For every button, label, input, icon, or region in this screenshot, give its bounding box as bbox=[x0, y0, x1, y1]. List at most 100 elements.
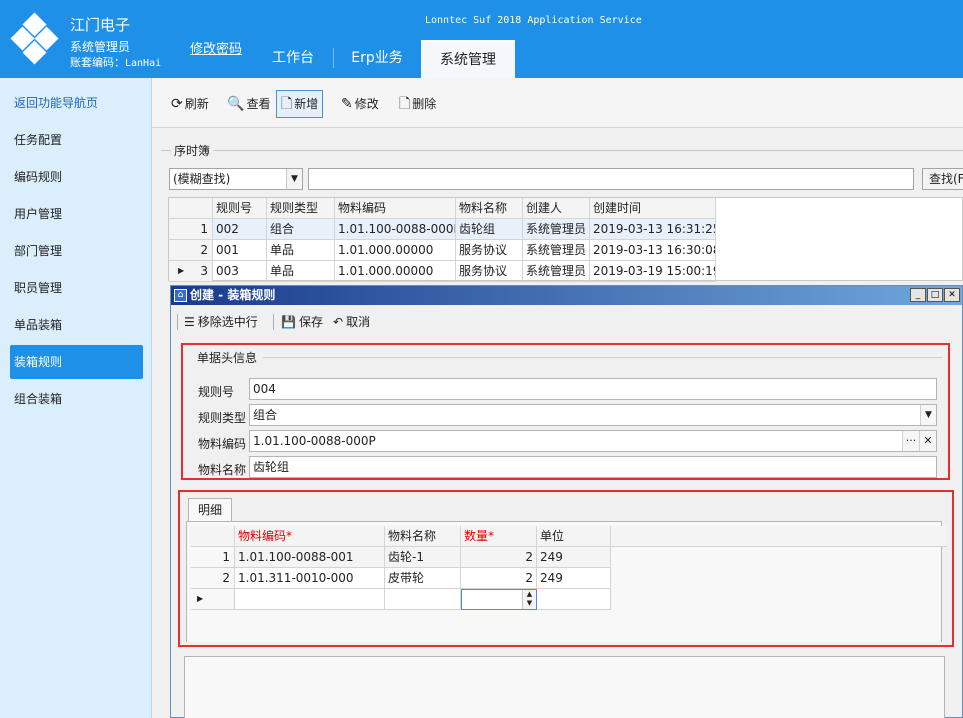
sidebar-item-departments[interactable]: 部门管理 bbox=[10, 234, 143, 268]
sidebar-item-back[interactable]: 返回功能导航页 bbox=[10, 86, 143, 120]
minimize-icon[interactable]: _ bbox=[910, 288, 926, 302]
rule-no-field[interactable]: 004 bbox=[249, 378, 937, 400]
account-label: 账套编码： bbox=[70, 56, 125, 69]
new-row-arrow-icon: ▶ bbox=[191, 589, 235, 610]
column-header[interactable]: 创建人 bbox=[523, 198, 590, 219]
refresh-icon: ⟳ bbox=[171, 96, 183, 112]
table-cell[interactable]: 002 bbox=[213, 219, 267, 240]
top-banner: 江门电子 系统管理员 账套编码：LanHai 修改密码 Lonntec Suf … bbox=[0, 0, 963, 78]
tab-workbench[interactable]: 工作台 bbox=[258, 40, 328, 78]
table-cell[interactable]: 齿轮-1 bbox=[385, 547, 461, 568]
sidebar-item-task-config[interactable]: 任务配置 bbox=[10, 123, 143, 157]
sidebar-item-employees[interactable]: 职员管理 bbox=[10, 271, 143, 305]
create-packing-rule-dialog: 创建 - 装箱规则 ⌂ _ □ ✕ ☰ 移除选中行 💾 保存 ↶ 取消 单据头信… bbox=[170, 285, 963, 718]
tab-system-management[interactable]: 系统管理 bbox=[421, 40, 515, 78]
table-cell[interactable]: 系统管理员 bbox=[523, 240, 590, 261]
table-cell[interactable]: 皮带轮 bbox=[385, 568, 461, 589]
remove-selected-row-button[interactable]: ☰ 移除选中行 bbox=[184, 312, 258, 332]
close-icon[interactable]: ✕ bbox=[944, 288, 960, 302]
dialog-title-bar[interactable]: 创建 - 装箱规则 bbox=[171, 286, 962, 305]
table-cell[interactable]: 2019-03-13 16:30:08 bbox=[590, 240, 716, 261]
more-icon[interactable]: ··· bbox=[902, 431, 919, 451]
column-header[interactable]: 物料名称 bbox=[385, 526, 461, 547]
table-row[interactable]: 1 002 组合 1.01.100-0088-000P 齿轮组 系统管理员 20… bbox=[169, 219, 963, 240]
table-cell[interactable] bbox=[235, 589, 385, 610]
table-cell[interactable]: 系统管理员 bbox=[523, 219, 590, 240]
tab-erp[interactable]: Erp业务 bbox=[342, 40, 412, 78]
table-cell[interactable]: 249 bbox=[537, 568, 611, 589]
required-mark: * bbox=[488, 529, 495, 543]
chevron-down-icon[interactable]: ▼ bbox=[920, 405, 936, 425]
column-header[interactable]: 创建时间 bbox=[590, 198, 716, 219]
table-cell[interactable]: 249 bbox=[537, 547, 611, 568]
table-cell[interactable]: 齿轮组 bbox=[456, 219, 523, 240]
table-cell[interactable]: 服务协议 bbox=[456, 240, 523, 261]
column-header[interactable]: 单位 bbox=[537, 526, 611, 547]
table-cell[interactable]: 系统管理员 bbox=[523, 261, 590, 282]
table-cell[interactable]: 服务协议 bbox=[456, 261, 523, 282]
search-mode-select[interactable]: (模糊查找) ▼ bbox=[169, 168, 303, 190]
chevron-down-icon[interactable]: ▼ bbox=[286, 169, 302, 189]
refresh-label: 刷新 bbox=[184, 97, 209, 111]
table-cell[interactable]: 001 bbox=[213, 240, 267, 261]
header-info-legend: 单据头信息 bbox=[195, 349, 260, 366]
rule-type-select[interactable]: 组合 ▼ bbox=[249, 404, 937, 426]
table-row[interactable]: ▶ 3 003 单品 1.01.000.00000 服务协议 系统管理员 2019… bbox=[169, 261, 963, 282]
edit-label: 修改 bbox=[354, 97, 379, 111]
sidebar-item-packing-rules[interactable]: 装箱规则 bbox=[10, 345, 143, 379]
edit-icon: ✎ bbox=[341, 96, 353, 112]
table-row[interactable]: 1 1.01.100-0088-001 齿轮-1 2 249 bbox=[191, 547, 947, 568]
column-header[interactable]: 规则号 bbox=[213, 198, 267, 219]
column-header[interactable]: 物料编码 bbox=[335, 198, 456, 219]
search-input[interactable] bbox=[308, 168, 914, 190]
table-cell[interactable]: 003 bbox=[213, 261, 267, 282]
search-button[interactable]: 查找(F) bbox=[922, 168, 963, 190]
table-cell[interactable]: 2 bbox=[461, 547, 537, 568]
change-password-link[interactable]: 修改密码 bbox=[190, 38, 242, 57]
column-header[interactable]: 物料名称 bbox=[456, 198, 523, 219]
maximize-icon[interactable]: □ bbox=[927, 288, 943, 302]
table-cell[interactable]: 1.01.100-0088-000P bbox=[335, 219, 456, 240]
column-header[interactable]: 数量* bbox=[461, 526, 537, 547]
section-divider bbox=[263, 357, 943, 358]
spin-updown-icon[interactable]: ▲ ▼ bbox=[522, 590, 536, 609]
table-row[interactable]: 2 1.01.311-0010-000 皮带轮 2 249 bbox=[191, 568, 947, 589]
edit-button[interactable]: ✎ 修改 bbox=[336, 90, 384, 118]
save-button[interactable]: 💾 保存 bbox=[281, 312, 323, 332]
table-cell[interactable]: 2019-03-19 15:00:19 bbox=[590, 261, 716, 282]
view-label: 查看 bbox=[246, 97, 271, 111]
table-cell[interactable]: 组合 bbox=[267, 219, 335, 240]
material-name-field[interactable]: 齿轮组 bbox=[249, 456, 937, 478]
add-button[interactable]: 🗋 新增 bbox=[276, 90, 324, 118]
cancel-button[interactable]: ↶ 取消 bbox=[333, 312, 370, 332]
table-cell[interactable]: 1.01.000.00000 bbox=[335, 261, 456, 282]
clear-icon[interactable]: ✕ bbox=[919, 431, 936, 451]
material-code-field[interactable]: 1.01.100-0088-000P ··· ✕ bbox=[249, 430, 937, 452]
column-label: 数量 bbox=[464, 529, 489, 543]
table-cell[interactable]: 2 bbox=[461, 568, 537, 589]
new-row[interactable]: ▶ ▲ ▼ bbox=[191, 589, 947, 610]
sidebar-item-users[interactable]: 用户管理 bbox=[10, 197, 143, 231]
column-header[interactable]: 规则类型 bbox=[267, 198, 335, 219]
toolbar-separator bbox=[273, 314, 274, 330]
quantity-stepper[interactable]: ▲ ▼ bbox=[461, 589, 537, 610]
tab-detail[interactable]: 明细 bbox=[188, 498, 233, 522]
sidebar-item-combo-packing[interactable]: 组合装箱 bbox=[10, 382, 143, 416]
table-cell[interactable]: 单品 bbox=[267, 240, 335, 261]
table-cell[interactable]: 单品 bbox=[267, 261, 335, 282]
table-cell[interactable] bbox=[537, 589, 611, 610]
company-logo bbox=[10, 12, 59, 68]
table-cell[interactable]: 1.01.000.00000 bbox=[335, 240, 456, 261]
view-button[interactable]: 🔍 查看 bbox=[222, 90, 275, 118]
column-header[interactable]: 物料编码* bbox=[235, 526, 385, 547]
table-cell[interactable]: 1.01.311-0010-000 bbox=[235, 568, 385, 589]
table-row[interactable]: 2 001 单品 1.01.000.00000 服务协议 系统管理员 2019-… bbox=[169, 240, 963, 261]
sidebar-item-single-packing[interactable]: 单品装箱 bbox=[10, 308, 143, 342]
table-cell[interactable] bbox=[385, 589, 461, 610]
table-cell[interactable]: 1.01.100-0088-001 bbox=[235, 547, 385, 568]
refresh-button[interactable]: ⟳ 刷新 bbox=[166, 90, 214, 118]
current-row-arrow-icon: ▶ bbox=[178, 266, 185, 275]
table-cell[interactable]: 2019-03-13 16:31:25 bbox=[590, 219, 716, 240]
sidebar-item-code-rules[interactable]: 编码规则 bbox=[10, 160, 143, 194]
delete-button[interactable]: 🗋 删除 bbox=[394, 90, 441, 118]
